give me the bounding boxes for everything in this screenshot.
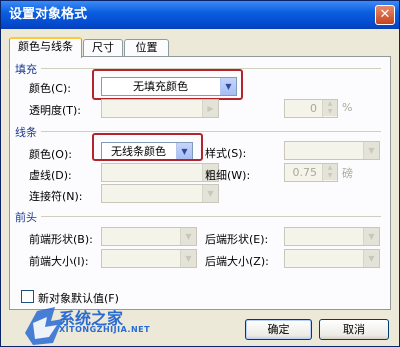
arrows-section-title: 前头 [15,211,37,224]
chevron-down-icon[interactable]: ▼ [363,142,379,159]
connector-select[interactable]: ▼ [101,184,219,203]
spin-down-icon[interactable]: ▼ [323,172,337,180]
dash-label: 虚线(D): [29,169,72,182]
fill-color-highlight [92,69,243,100]
ok-button[interactable]: 确定 [245,319,312,340]
default-for-new-objects-checkbox[interactable] [21,290,34,303]
line-divider [41,131,381,132]
arrows-divider [41,216,381,217]
begin-size-select[interactable]: ▼ [101,249,197,268]
spin-up-icon[interactable]: ▲ [323,164,337,172]
begin-style-label: 前端形状(B): [29,233,93,246]
transparency-spinner[interactable]: 0 ▲ ▼ [284,99,338,118]
line-section-title: 线条 [15,126,37,139]
chevron-down-icon[interactable]: ▼ [202,185,218,202]
dialog-title: 设置对象格式 [9,7,88,22]
begin-size-label: 前端大小(I): [29,255,89,268]
end-style-label: 后端形状(E): [205,233,269,246]
weight-value: 0.75 [292,166,318,179]
transparency-value: 0 [310,102,317,115]
line-color-highlight [92,133,203,161]
spin-down-icon[interactable]: ▼ [323,108,337,116]
title-bar: 设置对象格式 ✕ [1,1,399,29]
chevron-right-icon[interactable]: ▶ [202,100,218,117]
chevron-down-icon[interactable]: ▼ [363,250,379,267]
connector-label: 连接符(N): [29,190,83,203]
end-size-label: 后端大小(Z): [205,255,269,268]
fill-color-label: 颜色(C): [29,82,71,95]
line-color-label: 颜色(O): [29,148,72,161]
weight-unit: 磅 [342,167,353,180]
transparency-slider[interactable]: ▶ [101,99,219,118]
line-style-label: 样式(S): [205,147,247,160]
end-size-select[interactable]: ▼ [284,249,380,268]
spinner-buttons[interactable]: ▲ ▼ [322,100,337,117]
weight-spinner[interactable]: 0.75 ▲ ▼ [284,163,338,182]
end-style-select[interactable]: ▼ [284,227,380,246]
fill-section-title: 填充 [15,63,37,76]
weight-label: 粗细(W): [205,169,251,182]
cancel-button[interactable]: 取消 [319,319,389,340]
chevron-down-icon[interactable]: ▼ [180,250,196,267]
begin-style-select[interactable]: ▼ [101,227,197,246]
spinner-buttons[interactable]: ▲ ▼ [322,164,337,181]
chevron-down-icon[interactable]: ▼ [180,228,196,245]
dash-select[interactable]: ▼ [101,163,219,182]
spin-up-icon[interactable]: ▲ [323,100,337,108]
line-style-select[interactable]: ▼ [284,141,380,160]
chevron-down-icon[interactable]: ▼ [363,228,379,245]
tab-size[interactable]: 尺寸 [83,39,123,57]
transparency-unit: % [342,101,353,114]
format-object-dialog: 设置对象格式 ✕ 颜色与线条 尺寸 位置 填充 颜色(C): 无填充颜色 ▼ 透… [0,0,400,347]
watermark-url: XITONGZHIJIA.NET [59,325,151,334]
tab-position[interactable]: 位置 [124,39,169,57]
close-icon[interactable]: ✕ [375,5,395,25]
transparency-label: 透明度(T): [29,104,82,117]
tab-colors-and-lines[interactable]: 颜色与线条 [9,37,82,58]
